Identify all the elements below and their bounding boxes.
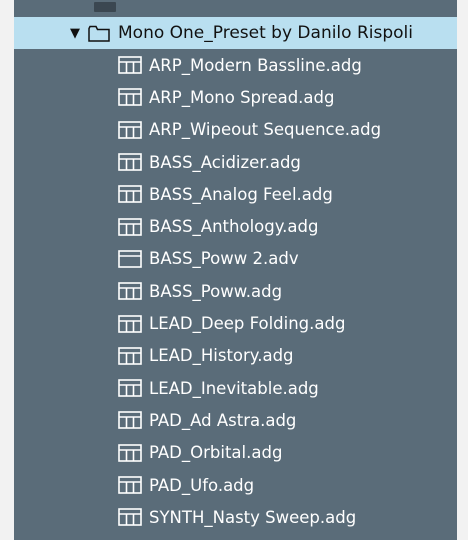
rack-icon (118, 185, 142, 204)
file-row[interactable]: BASS_Acidizer.adg (14, 146, 457, 178)
rack-icon (118, 476, 142, 494)
file-row[interactable]: PAD_Ufo.adg (14, 469, 457, 501)
previous-item-stub (14, 0, 457, 14)
file-row[interactable]: ARP_Wipeout Sequence.adg (14, 114, 457, 146)
file-label: ARP_Wipeout Sequence.adg (149, 120, 382, 140)
rack-icon (118, 411, 142, 430)
rack-icon (118, 508, 142, 527)
file-label: LEAD_Inevitable.adg (149, 378, 319, 398)
file-row[interactable]: BASS_Poww 2.adv (14, 243, 457, 275)
file-label: BASS_Acidizer.adg (149, 152, 301, 172)
file-row[interactable]: BASS_Anthology.adg (14, 210, 457, 242)
file-label: LEAD_Deep Folding.adg (149, 314, 346, 334)
file-label: SYNTH_Nasty Sweep.adg (149, 507, 357, 527)
file-label: BASS_Anthology.adg (149, 217, 319, 237)
rack-icon (118, 314, 142, 333)
file-label: PAD_Orbital.adg (149, 443, 283, 463)
rack-icon (118, 153, 142, 171)
rack-icon (118, 443, 142, 462)
file-row[interactable]: LEAD_Inevitable.adg (14, 372, 457, 404)
file-label: BASS_Analog Feel.adg (149, 184, 333, 204)
file-label: PAD_Ufo.adg (149, 475, 255, 495)
rack-icon (118, 56, 142, 74)
file-row[interactable]: LEAD_History.adg (14, 340, 457, 372)
folder-icon (88, 25, 110, 42)
rack-icon (118, 88, 142, 107)
rack-icon (118, 282, 142, 301)
rack-icon (118, 217, 142, 236)
file-list: ARP_Modern Bassline.adg ARP_Mono Spread.a… (14, 49, 457, 533)
file-row[interactable]: LEAD_Deep Folding.adg (14, 307, 457, 339)
file-label: ARP_Mono Spread.adg (149, 87, 335, 107)
file-label: BASS_Poww 2.adv (149, 249, 299, 269)
rack-icon (118, 120, 142, 139)
file-label: ARP_Modern Bassline.adg (149, 55, 362, 75)
file-row[interactable]: PAD_Orbital.adg (14, 437, 457, 469)
rack-icon (118, 347, 142, 365)
file-row[interactable]: ARP_Mono Spread.adg (14, 81, 457, 113)
file-label: BASS_Poww.adg (149, 281, 283, 301)
file-row[interactable]: ARP_Modern Bassline.adg (14, 49, 457, 81)
file-browser-panel: ▼ Mono One_Preset by Danilo Rispoli ARP_… (14, 0, 457, 540)
folder-row-selected[interactable]: ▼ Mono One_Preset by Danilo Rispoli (14, 17, 457, 49)
expand-triangle-icon[interactable]: ▼ (70, 27, 82, 40)
file-label: LEAD_History.adg (149, 346, 294, 366)
file-row[interactable]: BASS_Poww.adg (14, 275, 457, 307)
folder-icon-fragment (94, 2, 116, 12)
preset-icon (118, 250, 142, 268)
folder-label: Mono One_Preset by Danilo Rispoli (118, 23, 413, 43)
file-row[interactable]: SYNTH_Nasty Sweep.adg (14, 501, 457, 533)
file-label: PAD_Ad Astra.adg (149, 410, 297, 430)
file-row[interactable]: BASS_Analog Feel.adg (14, 178, 457, 210)
file-row[interactable]: PAD_Ad Astra.adg (14, 404, 457, 436)
rack-icon (118, 379, 142, 397)
